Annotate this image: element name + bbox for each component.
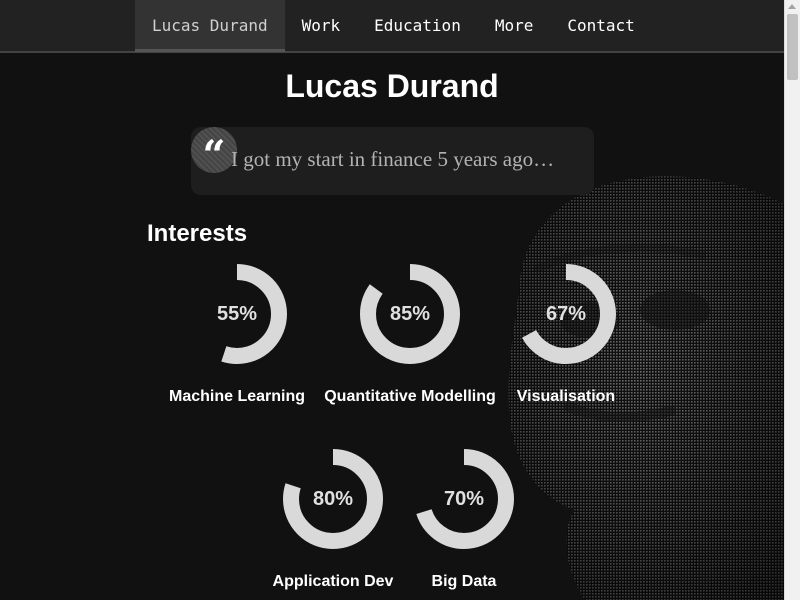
scrollbar[interactable] bbox=[784, 0, 800, 600]
progress-ring: 85% bbox=[360, 264, 460, 364]
nav-item-more[interactable]: More bbox=[478, 0, 551, 52]
quote-box: “ I got my start in finance 5 years ago… bbox=[191, 127, 594, 195]
progress-percent: 85% bbox=[389, 303, 431, 325]
scroll-thumb[interactable] bbox=[787, 14, 798, 80]
nav-item-education[interactable]: Education bbox=[357, 0, 478, 52]
interest-item: 55% Machine Learning bbox=[137, 264, 337, 424]
interest-item: 67% Visualisation bbox=[466, 264, 666, 424]
interest-item: 70% Big Data bbox=[364, 449, 564, 600]
interest-label: Big Data bbox=[431, 573, 497, 590]
progress-ring: 55% bbox=[187, 264, 287, 364]
progress-percent: 67% bbox=[545, 303, 587, 325]
progress-percent: 55% bbox=[216, 303, 258, 325]
interest-label: Machine Learning bbox=[168, 388, 306, 405]
progress-ring: 70% bbox=[414, 449, 514, 549]
progress-ring: 67% bbox=[516, 264, 616, 364]
progress-percent: 70% bbox=[443, 488, 485, 510]
scroll-up-arrow-icon[interactable] bbox=[788, 4, 796, 9]
nav-item-lucas-durand[interactable]: Lucas Durand bbox=[135, 0, 285, 52]
page: Lucas Durand Work Education More Contact Luc… bbox=[0, 0, 800, 600]
quote-text: I got my start in finance 5 years ago… bbox=[231, 147, 555, 171]
nav-item-work[interactable]: Work bbox=[285, 0, 358, 52]
page-title: Lucas Durand bbox=[285, 68, 499, 104]
navbar: Lucas Durand Work Education More Contact bbox=[0, 0, 784, 53]
nav-item-contact[interactable]: Contact bbox=[550, 0, 651, 52]
interest-label: Visualisation bbox=[516, 388, 616, 405]
interests-heading: Interests bbox=[147, 220, 248, 247]
nav-list: Lucas Durand Work Education More Contact bbox=[135, 0, 652, 52]
